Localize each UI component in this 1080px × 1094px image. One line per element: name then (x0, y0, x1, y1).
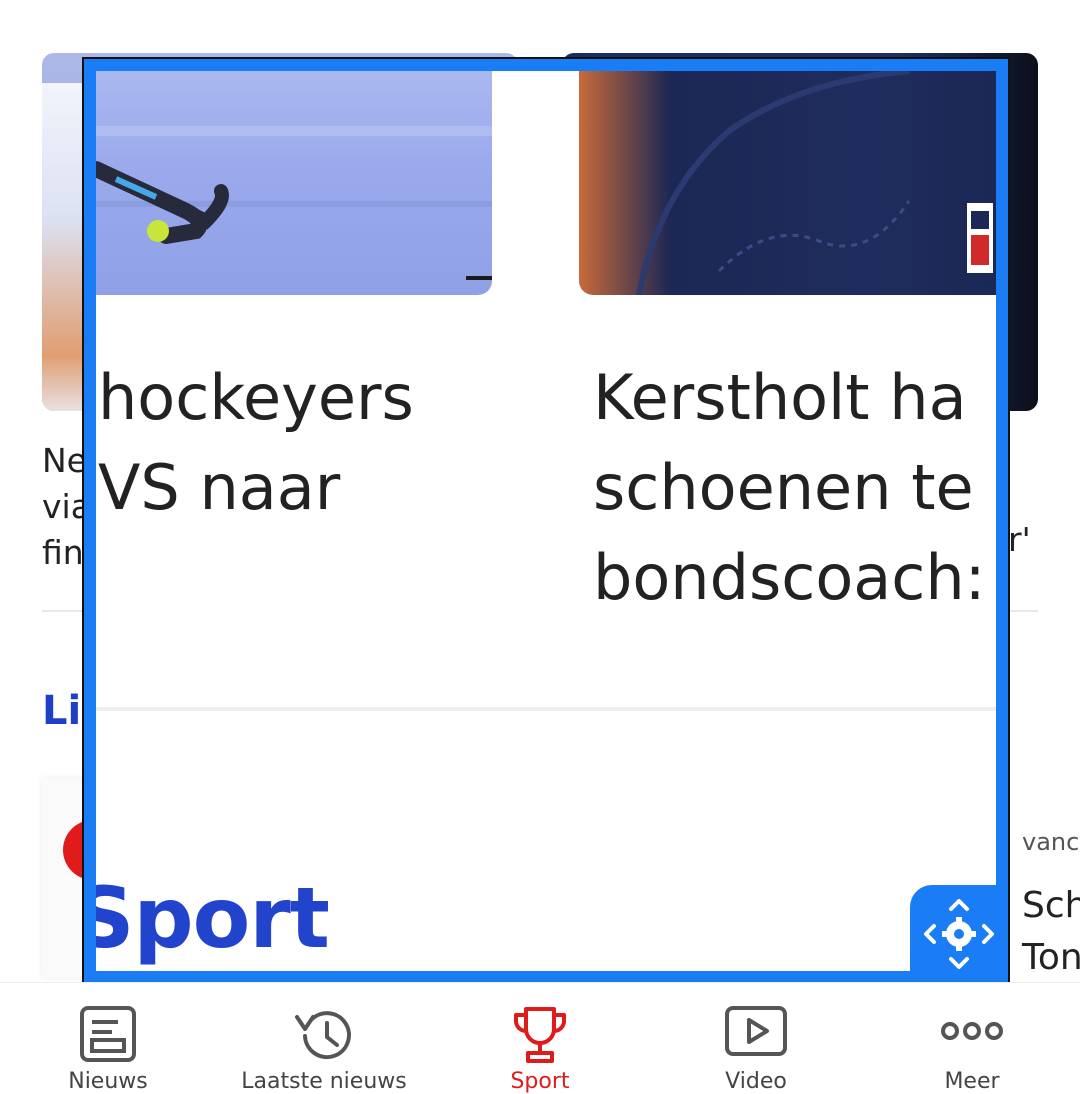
magnified-hockey-image (96, 71, 492, 295)
move-settings-icon (924, 899, 994, 969)
kerstholt-headline-tail[interactable]: r' (1008, 520, 1031, 559)
magnifier-content: hockeyers VS naar Kerstholt ha schoenen … (96, 71, 996, 971)
nav-label-laatste-nieuws: Laatste nieuws (241, 1069, 407, 1094)
newspaper-icon (80, 1006, 136, 1062)
nav-label-nieuws: Nieuws (68, 1069, 148, 1094)
sport-logo: Sport (96, 869, 330, 967)
nav-item-sport[interactable]: Sport (432, 983, 648, 1094)
more-dots-icon (941, 1022, 1003, 1040)
nav-label-video: Video (725, 1069, 787, 1094)
play-icon (725, 1006, 787, 1056)
bottom-navigation: Nieuws Laatste nieuws Sport Video Meer (0, 982, 1080, 1094)
hockey-stick-icon (96, 126, 492, 280)
trophy-icon (514, 1007, 566, 1063)
nav-item-nieuws[interactable]: Nieuws (0, 983, 216, 1094)
right-article-title[interactable]: Sch Ton (1022, 880, 1080, 984)
jacket-logo-icon (636, 71, 993, 295)
nav-item-laatste-nieuws[interactable]: Laatste nieuws (216, 983, 432, 1094)
nav-item-meer[interactable]: Meer (864, 983, 1080, 1094)
magnified-divider (96, 707, 996, 711)
right-article-meta: vanc (1022, 828, 1080, 856)
magnified-hockey-headline[interactable]: hockeyers VS naar (98, 353, 488, 533)
magnifier-move-handle[interactable] (910, 885, 1008, 983)
magnifier-window[interactable]: hockeyers VS naar Kerstholt ha schoenen … (82, 57, 1010, 985)
nav-label-sport: Sport (510, 1069, 570, 1094)
nav-label-meer: Meer (944, 1069, 1000, 1094)
live-section-title: Li (42, 688, 82, 734)
magnified-kerstholt-headline[interactable]: Kerstholt ha schoenen te bondscoach: (593, 353, 996, 623)
magnified-jacket-image (579, 71, 996, 295)
history-icon (295, 1011, 351, 1060)
nav-item-video[interactable]: Video (648, 983, 864, 1094)
